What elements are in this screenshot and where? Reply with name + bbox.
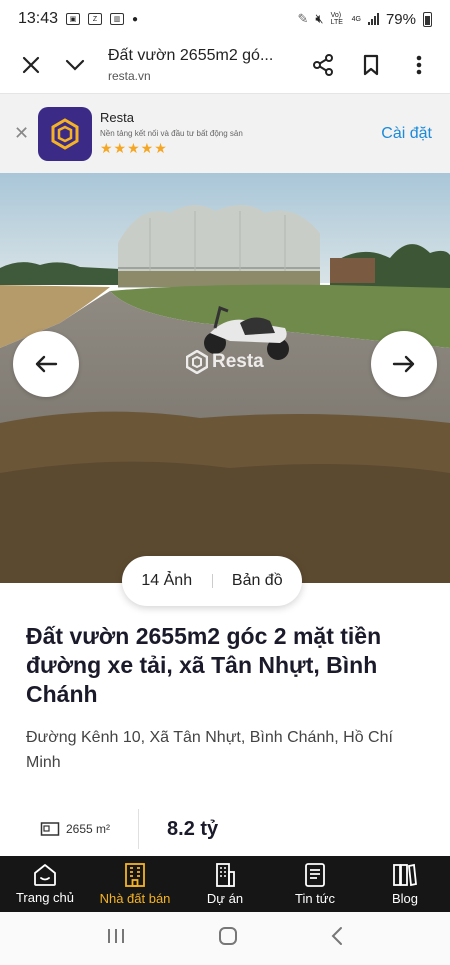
blog-icon xyxy=(393,863,417,887)
arrow-left-icon xyxy=(35,355,58,373)
arrow-right-icon xyxy=(392,355,415,373)
photo-tabs: 14 Ảnh Bản đồ xyxy=(122,556,302,606)
battery-percent: 79% xyxy=(385,10,416,28)
system-navigation xyxy=(0,912,450,965)
area-icon xyxy=(40,822,60,836)
more-options-icon[interactable] xyxy=(404,50,434,80)
page-title: Đất vườn 2655m2 gó... xyxy=(108,47,274,64)
watermark-text: Resta xyxy=(212,351,264,372)
nav-label-blog: Blog xyxy=(391,891,419,906)
recent-apps-icon[interactable] xyxy=(106,927,126,950)
url-block[interactable]: Đất vườn 2655m2 gó... resta.vn xyxy=(108,47,308,83)
pen-icon: ✎ xyxy=(297,11,309,26)
battery-icon xyxy=(423,11,432,27)
bookmark-icon[interactable] xyxy=(356,50,386,80)
volte-label: Vo) LTE xyxy=(330,12,343,26)
listing-price: 8.2 tỷ xyxy=(167,817,219,840)
more-notifications-icon: ● xyxy=(132,13,139,25)
home-button-icon[interactable] xyxy=(218,926,238,951)
app-notification-icon: ▥ xyxy=(110,13,125,25)
signal-icon xyxy=(367,13,379,25)
nav-label-for-sale: Nhà đất bán xyxy=(99,891,171,906)
listing-title: Đất vườn 2655m2 góc 2 mặt tiền đường xe … xyxy=(26,623,382,707)
building-icon xyxy=(125,863,145,887)
resta-watermark: Resta xyxy=(186,350,264,374)
mute-icon: 🔇︎ xyxy=(315,11,324,26)
listing-area: 2655 m² xyxy=(66,822,111,836)
nav-label-projects: Dự án xyxy=(206,891,244,906)
app-description: Nền tảng kết nối và đầu tư bất động sản xyxy=(100,129,243,138)
nav-item-for-sale[interactable]: Nhà đất bán xyxy=(90,856,180,912)
previous-photo-button[interactable] xyxy=(13,331,79,397)
nav-item-news[interactable]: Tin tức xyxy=(270,856,360,912)
share-icon[interactable] xyxy=(308,50,338,80)
chevron-down-icon[interactable] xyxy=(60,50,90,80)
stat-divider xyxy=(138,809,140,849)
home-icon xyxy=(34,864,56,886)
nav-label-news: Tin tức xyxy=(294,891,335,906)
page-domain: resta.vn xyxy=(108,69,151,83)
install-button[interactable]: Cài đặt xyxy=(381,125,432,143)
app-name: Resta xyxy=(100,110,134,125)
nav-item-blog[interactable]: Blog xyxy=(360,856,450,912)
nav-item-home[interactable]: Trang chủ xyxy=(0,856,90,912)
zalo-notification-icon: Z xyxy=(88,13,103,25)
close-icon[interactable] xyxy=(16,50,46,80)
news-icon xyxy=(305,863,325,887)
listing-photo[interactable]: Resta xyxy=(0,173,450,583)
app-install-banner: ✕ Resta Nền tảng kết nối và đầu tư bất đ… xyxy=(0,93,450,173)
nav-item-projects[interactable]: Dự án xyxy=(180,856,270,912)
project-icon xyxy=(216,863,235,887)
status-time: 13:43 xyxy=(18,10,59,27)
listing-address: Đường Kênh 10, Xã Tân Nhựt, Bình Chánh, … xyxy=(26,729,393,771)
resta-logo-icon xyxy=(38,106,92,161)
bottom-nav: Trang chủ Nhà đất bán Dự án Tin tức Blog xyxy=(0,856,450,912)
listing-stats: 2655 m² 8.2 tỷ xyxy=(0,806,450,852)
status-bar: 13:43 ▣ Z ▥ ● ✎ 🔇︎ Vo) LTE 4G 79% xyxy=(0,0,450,38)
tab-map[interactable]: Bản đồ xyxy=(213,572,303,590)
banner-close-icon[interactable]: ✕ xyxy=(14,123,32,144)
nav-label-home: Trang chủ xyxy=(15,890,75,905)
gallery-notification-icon: ▣ xyxy=(66,13,81,25)
tab-photos[interactable]: 14 Ảnh xyxy=(122,572,212,590)
app-rating-stars: ★★★★★ xyxy=(100,140,168,156)
back-icon[interactable] xyxy=(330,926,344,951)
browser-toolbar: Đất vườn 2655m2 gó... resta.vn xyxy=(0,38,450,92)
network-type: 4G xyxy=(351,15,361,23)
next-photo-button[interactable] xyxy=(371,331,437,397)
